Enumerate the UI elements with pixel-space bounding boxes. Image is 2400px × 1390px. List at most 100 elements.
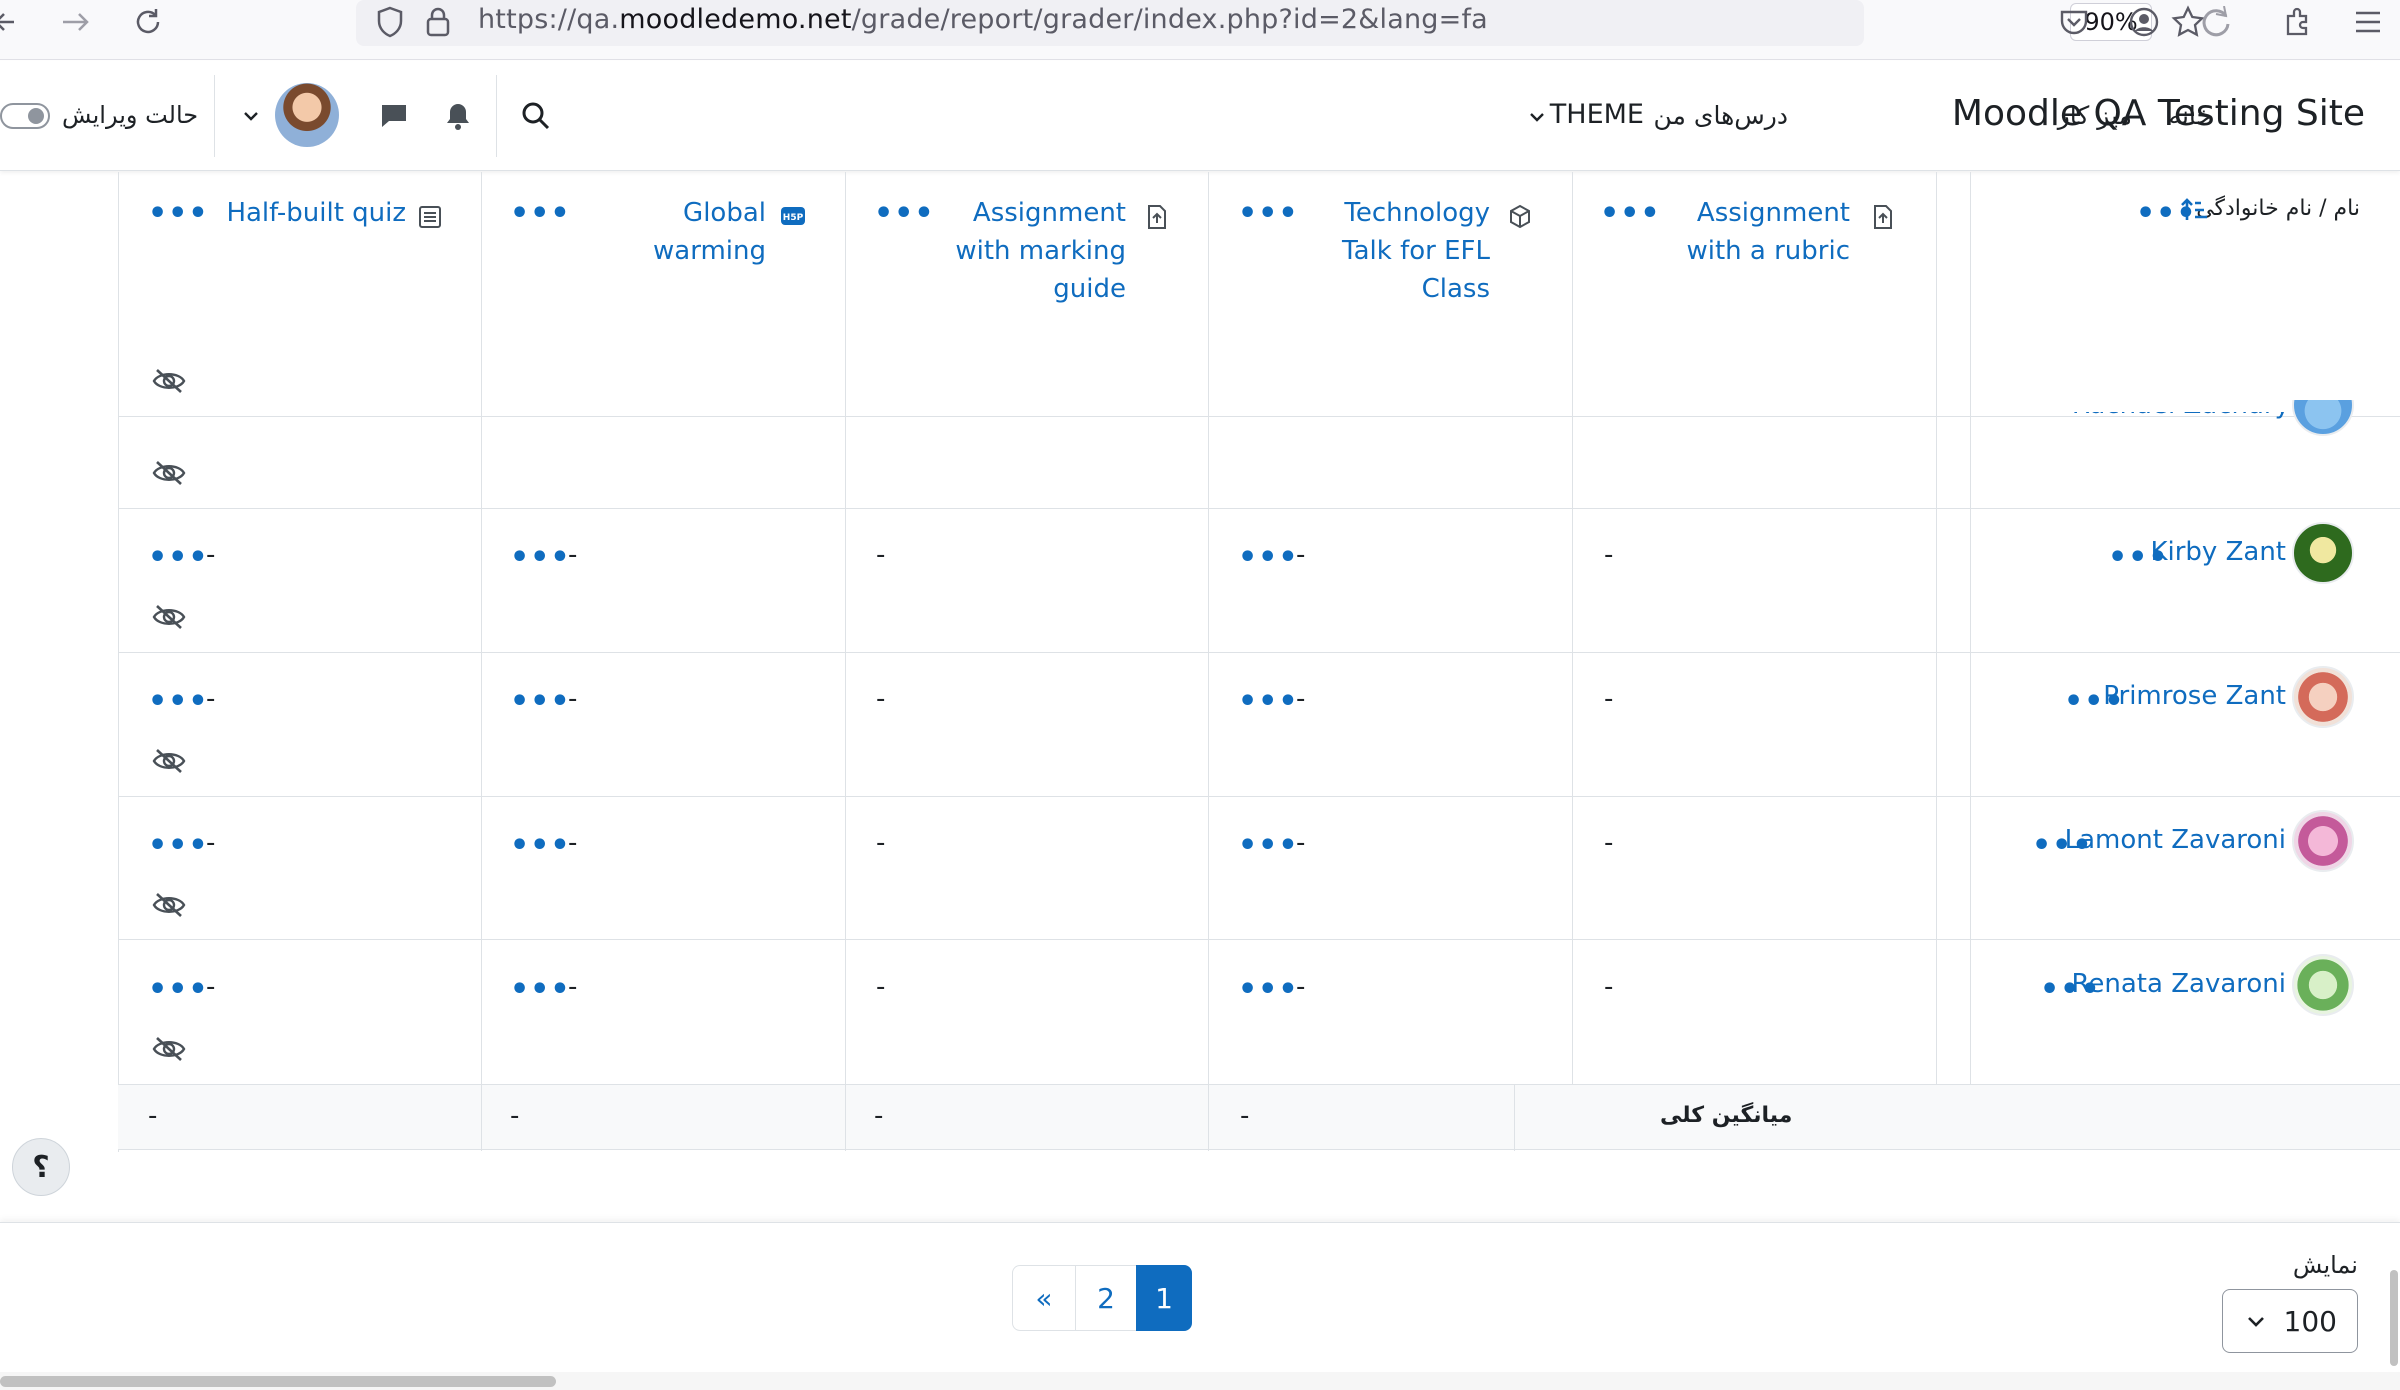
per-page-select[interactable]: 100 [2222,1289,2358,1353]
grade-actions-menu[interactable]: ••• [1238,543,1299,573]
column-actions-menu[interactable]: ••• [1600,199,1661,229]
grade-cell[interactable]: - [876,972,885,1002]
column-border [1208,172,1209,1084]
student-avatar[interactable] [2292,400,2354,436]
pagination-previous[interactable]: « [1012,1265,1076,1331]
back-icon[interactable] [0,2,22,42]
bell-icon[interactable] [438,89,478,143]
column-header-line: warming [653,236,766,266]
vertical-scrollbar-thumb[interactable] [2390,1270,2398,1366]
student-name[interactable]: Primrose Zant [2103,681,2286,711]
grade-actions-menu[interactable]: ••• [148,687,209,717]
grade-cell[interactable]: - [1604,828,1613,858]
grade-cell[interactable]: - [1296,684,1305,714]
student-avatar[interactable] [2292,522,2354,584]
grade-actions-menu[interactable]: ••• [1238,687,1299,717]
extensions-icon[interactable] [2278,2,2318,42]
shield-icon[interactable] [370,2,410,42]
browser-toolbar: https://qa.moodledemo.net/grade/report/g… [0,0,2400,60]
nav-theme-dropdown[interactable]: THEME [1528,99,1644,131]
pagination-page-2[interactable]: 2 [1075,1265,1137,1331]
grade-cell[interactable]: - [568,972,577,1002]
grade-cell[interactable]: - [1296,972,1305,1002]
student-name[interactable]: Lamont Zavaroni [2065,825,2286,855]
chat-icon[interactable] [374,89,414,143]
forward-icon[interactable] [56,2,96,42]
student-avatar[interactable] [2292,666,2354,728]
grade-actions-menu[interactable]: ••• [1238,831,1299,861]
student-name-partial[interactable]: Rachael Zachary [2072,412,2290,420]
hidden-eye-icon [152,605,186,629]
column-header-line: Talk for EFL [1342,236,1490,266]
chevron-down-icon [1528,100,1546,131]
grade-cell[interactable]: - [206,972,215,1002]
grade-cell[interactable]: - [568,684,577,714]
grade-cell[interactable]: - [876,540,885,570]
column-header-global-warming[interactable]: Global warming [560,194,766,270]
account-icon[interactable] [2124,2,2164,42]
lock-icon[interactable] [420,2,456,42]
edit-mode-toggle[interactable] [0,103,50,129]
student-avatar[interactable] [2292,810,2354,872]
name-header-actions-menu[interactable]: ••• [2136,199,2197,229]
reload-icon[interactable] [128,2,168,42]
grade-actions-menu[interactable]: ••• [148,831,209,861]
student-name[interactable]: Kirby Zant [2150,537,2286,567]
grade-cell[interactable]: - [206,828,215,858]
horizontal-scrollbar-thumb[interactable] [0,1376,556,1387]
pagination-page-1-active[interactable]: 1 [1136,1265,1192,1331]
url-text[interactable]: https://qa.moodledemo.net/grade/report/g… [478,4,1488,35]
package-icon [1508,204,1532,234]
help-button[interactable]: ؟ [12,1138,70,1196]
grade-cell[interactable]: - [1296,828,1305,858]
address-bar[interactable]: https://qa.moodledemo.net/grade/report/g… [356,0,2205,46]
column-header-line: with a rubric [1686,236,1850,266]
column-header-line: Global [683,198,766,228]
grade-cell[interactable]: - [1604,540,1613,570]
grade-cell[interactable]: - [206,540,215,570]
student-actions-menu[interactable]: ••• [2064,687,2125,717]
nav-link-my-courses[interactable]: درس‌های من [1654,101,1788,130]
student-actions-menu[interactable]: ••• [2108,543,2169,573]
student-name[interactable]: Renata Zavaroni [2072,969,2287,999]
nav-link-dashboard[interactable]: میز کار [2058,101,2132,130]
search-icon[interactable] [516,89,556,143]
column-actions-menu[interactable]: ••• [510,199,571,229]
column-actions-menu[interactable]: ••• [148,199,209,229]
student-avatar[interactable] [2292,954,2354,1016]
grade-cell[interactable]: - [568,540,577,570]
site-name[interactable]: Moodle QA Testing Site [1952,93,2365,134]
grade-actions-menu[interactable]: ••• [510,687,571,717]
sync-icon[interactable] [2196,2,2236,42]
grade-actions-menu[interactable]: ••• [510,975,571,1005]
column-border [1208,1085,1209,1151]
grade-cell[interactable]: - [1604,972,1613,1002]
grade-cell[interactable]: - [876,684,885,714]
grade-actions-menu[interactable]: ••• [148,543,209,573]
column-header-half-built-quiz[interactable]: Half-built quiz [200,194,406,232]
grade-cell[interactable]: - [1296,540,1305,570]
grade-actions-menu[interactable]: ••• [1238,975,1299,1005]
nav-link-home[interactable]: خانه [2169,101,2212,130]
user-menu-chevron-icon[interactable] [236,89,266,143]
grade-cell[interactable]: - [206,684,215,714]
student-actions-menu[interactable]: ••• [2032,831,2093,861]
pagination-footer: « 2 1 نمایش 100 [0,1222,2400,1372]
pocket-icon[interactable] [2054,2,2094,42]
grade-actions-menu[interactable]: ••• [148,975,209,1005]
grade-actions-menu[interactable]: ••• [510,831,571,861]
column-actions-menu[interactable]: ••• [1238,199,1299,229]
column-header-line: with marking [955,236,1126,266]
grade-cell[interactable]: - [1604,684,1613,714]
grade-cell[interactable]: - [568,828,577,858]
horizontal-scrollbar[interactable] [0,1372,2400,1390]
column-actions-menu[interactable]: ••• [874,199,935,229]
chevron-down-icon [2245,1308,2267,1341]
name-column-header[interactable]: نام / نام خانوادگی [2196,196,2360,221]
student-actions-menu[interactable]: ••• [2040,975,2101,1005]
menu-icon[interactable] [2348,2,2388,42]
svg-text:H5P: H5P [783,213,804,223]
user-avatar[interactable] [275,83,339,147]
grade-actions-menu[interactable]: ••• [510,543,571,573]
grade-cell[interactable]: - [876,828,885,858]
